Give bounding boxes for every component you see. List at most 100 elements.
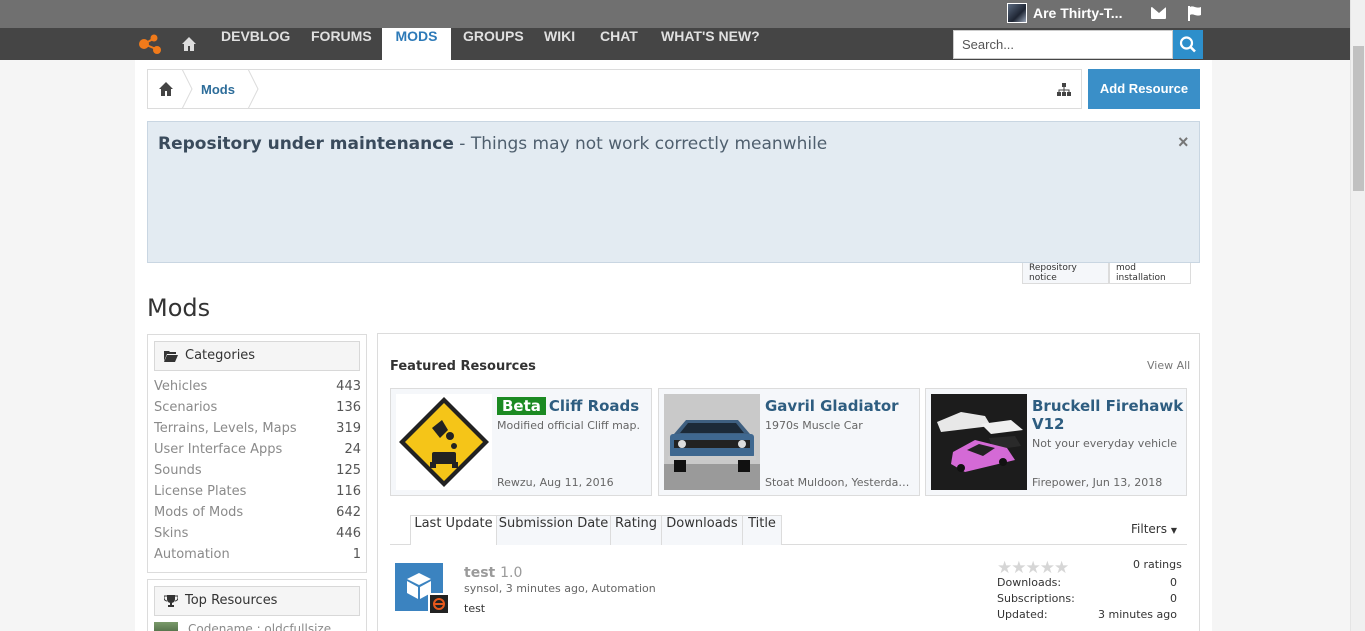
- category-label[interactable]: License Plates: [154, 484, 246, 499]
- resource-author-date: Rewzu, Aug 11, 2016: [497, 476, 614, 489]
- nav-tab-devblog[interactable]: DEVBLOG: [221, 28, 290, 60]
- featured-card[interactable]: Beta Cliff Roads Modified official Cliff …: [390, 388, 652, 496]
- categories-box: Categories Vehicles 443 Scenarios 136 Terr…: [147, 334, 367, 573]
- category-item[interactable]: Vehicles 443: [154, 379, 361, 400]
- user-bar: Are Thirty-T...: [0, 0, 1350, 28]
- category-item[interactable]: User Interface Apps 24: [154, 442, 361, 463]
- top-resources-box: Top Resources Codename : oldcfullsize: [147, 579, 367, 631]
- category-count: 642: [336, 505, 361, 520]
- top-resources-heading: Top Resources: [154, 586, 360, 616]
- beta-badge: Beta: [497, 397, 546, 415]
- categories-heading: Categories: [154, 341, 360, 371]
- resource-title[interactable]: test 1.0: [464, 565, 522, 581]
- category-item[interactable]: Skins 446: [154, 526, 361, 547]
- featured-card[interactable]: Gavril Gladiator 1970s Muscle Car Stoat …: [658, 388, 920, 496]
- search-input[interactable]: [953, 30, 1173, 59]
- resource-title[interactable]: Beta Cliff Roads: [497, 397, 649, 415]
- sitemap-icon[interactable]: [1057, 83, 1071, 97]
- category-item[interactable]: Terrains, Levels, Maps 319: [154, 421, 361, 442]
- page-title: Mods: [147, 294, 211, 322]
- resource-author-date: Firepower, Jun 13, 2018: [1032, 476, 1163, 489]
- flag-icon[interactable]: [1187, 5, 1203, 21]
- nav-tab-mods[interactable]: MODS: [382, 28, 451, 60]
- resource-thumbnail[interactable]: [396, 394, 492, 490]
- breadcrumb-mods[interactable]: Mods: [201, 82, 235, 97]
- breadcrumb-separator-icon: [182, 69, 193, 109]
- category-count: 443: [336, 379, 361, 394]
- tab-submission-date[interactable]: Submission Date: [496, 515, 611, 545]
- category-label[interactable]: Terrains, Levels, Maps: [154, 421, 297, 436]
- close-icon[interactable]: ×: [1178, 132, 1189, 153]
- top-resource-thumbnail[interactable]: [154, 622, 178, 631]
- category-label[interactable]: Scenarios: [154, 400, 217, 415]
- nav-tab-wiki[interactable]: WIKI: [544, 28, 575, 60]
- car-image-icon: [931, 394, 1027, 490]
- stat-label: Updated:: [997, 608, 1048, 621]
- notice-tab-repository[interactable]: Repository notice: [1022, 263, 1109, 284]
- featured-card[interactable]: Bruckell Firehawk V12 Not your everyday …: [925, 388, 1187, 496]
- tab-downloads[interactable]: Downloads: [661, 515, 743, 545]
- tab-title[interactable]: Title: [742, 515, 782, 545]
- category-label[interactable]: Skins: [154, 526, 188, 541]
- resource-title-text[interactable]: Cliff Roads: [549, 397, 639, 415]
- notice-tab-mod-installation[interactable]: mod installation: [1109, 263, 1191, 284]
- category-label[interactable]: Automation: [154, 547, 230, 562]
- home-icon[interactable]: [158, 82, 174, 96]
- resource-author-date: Stoat Muldoon, Yesterday at 8:45 PM: [765, 476, 915, 489]
- resource-thumbnail[interactable]: [931, 394, 1027, 490]
- nav-tab-forums[interactable]: FORUMS: [311, 28, 372, 60]
- nav-tab-groups[interactable]: GROUPS: [463, 28, 524, 60]
- notice-text: Repository under maintenance - Things ma…: [158, 134, 827, 154]
- filters-label[interactable]: Filters: [1131, 522, 1167, 536]
- username-link[interactable]: Are Thirty-T...: [1033, 5, 1122, 21]
- category-count: 446: [336, 526, 361, 541]
- add-resource-button[interactable]: Add Resource: [1088, 69, 1200, 109]
- resource-tagline: 1970s Muscle Car: [765, 419, 863, 432]
- category-label[interactable]: Mods of Mods: [154, 505, 243, 520]
- category-item[interactable]: Mods of Mods 642: [154, 505, 361, 526]
- category-item[interactable]: Scenarios 136: [154, 400, 361, 421]
- sort-tabs: Last Update Submission Date Rating Downl…: [390, 515, 1187, 545]
- chevron-down-icon: ▼: [1170, 526, 1177, 535]
- maintenance-notice: Repository under maintenance - Things ma…: [147, 121, 1200, 263]
- category-label[interactable]: User Interface Apps: [154, 442, 282, 457]
- resource-title[interactable]: Bruckell Firehawk V12: [1032, 397, 1184, 433]
- top-resources-title: Top Resources: [185, 593, 278, 608]
- categories-title: Categories: [185, 348, 256, 363]
- category-item[interactable]: License Plates 116: [154, 484, 361, 505]
- scrollbar-thumb[interactable]: [1353, 46, 1364, 191]
- top-resource-link[interactable]: Codename : oldcfullsize: [188, 622, 331, 631]
- resource-thumbnail[interactable]: [664, 394, 760, 490]
- category-label[interactable]: Vehicles: [154, 379, 207, 394]
- tab-rating[interactable]: Rating: [610, 515, 662, 545]
- tab-last-update[interactable]: Last Update: [410, 515, 497, 545]
- resource-version: 1.0: [500, 565, 523, 581]
- resource-name[interactable]: test: [464, 565, 495, 581]
- resource-title[interactable]: Gavril Gladiator: [765, 397, 917, 415]
- featured-heading: Featured Resources: [390, 359, 536, 374]
- warning-sign-icon: [396, 394, 492, 490]
- rating-stars[interactable]: ★★★★★: [997, 558, 1069, 578]
- category-item[interactable]: Sounds 125: [154, 463, 361, 484]
- stat-label: Downloads:: [997, 576, 1062, 589]
- notice-message: - Things may not work correctly meanwhil…: [453, 134, 828, 154]
- beamng-logo-icon[interactable]: [138, 33, 164, 55]
- view-all-link[interactable]: View All: [1147, 359, 1190, 372]
- resource-meta: synsol, 3 minutes ago, Automation: [464, 582, 656, 595]
- search-button[interactable]: [1173, 30, 1203, 59]
- breadcrumb-separator-icon: [248, 69, 259, 109]
- filters-dropdown[interactable]: Filters ▼: [1131, 522, 1177, 536]
- nav-tab-whats-new[interactable]: WHAT'S NEW?: [661, 28, 760, 60]
- category-count: 24: [344, 442, 361, 457]
- home-icon[interactable]: [181, 36, 197, 52]
- resource-tagline: Modified official Cliff map.: [497, 419, 640, 432]
- stat-value: 0: [1170, 576, 1177, 589]
- trophy-icon: [164, 595, 178, 607]
- user-avatar[interactable]: [1007, 3, 1027, 23]
- category-count: 125: [336, 463, 361, 478]
- category-item[interactable]: Automation 1: [154, 547, 361, 568]
- page-scrollbar[interactable]: [1350, 0, 1365, 631]
- category-label[interactable]: Sounds: [154, 463, 202, 478]
- nav-tab-chat[interactable]: CHAT: [600, 28, 638, 60]
- envelope-icon[interactable]: [1151, 7, 1166, 19]
